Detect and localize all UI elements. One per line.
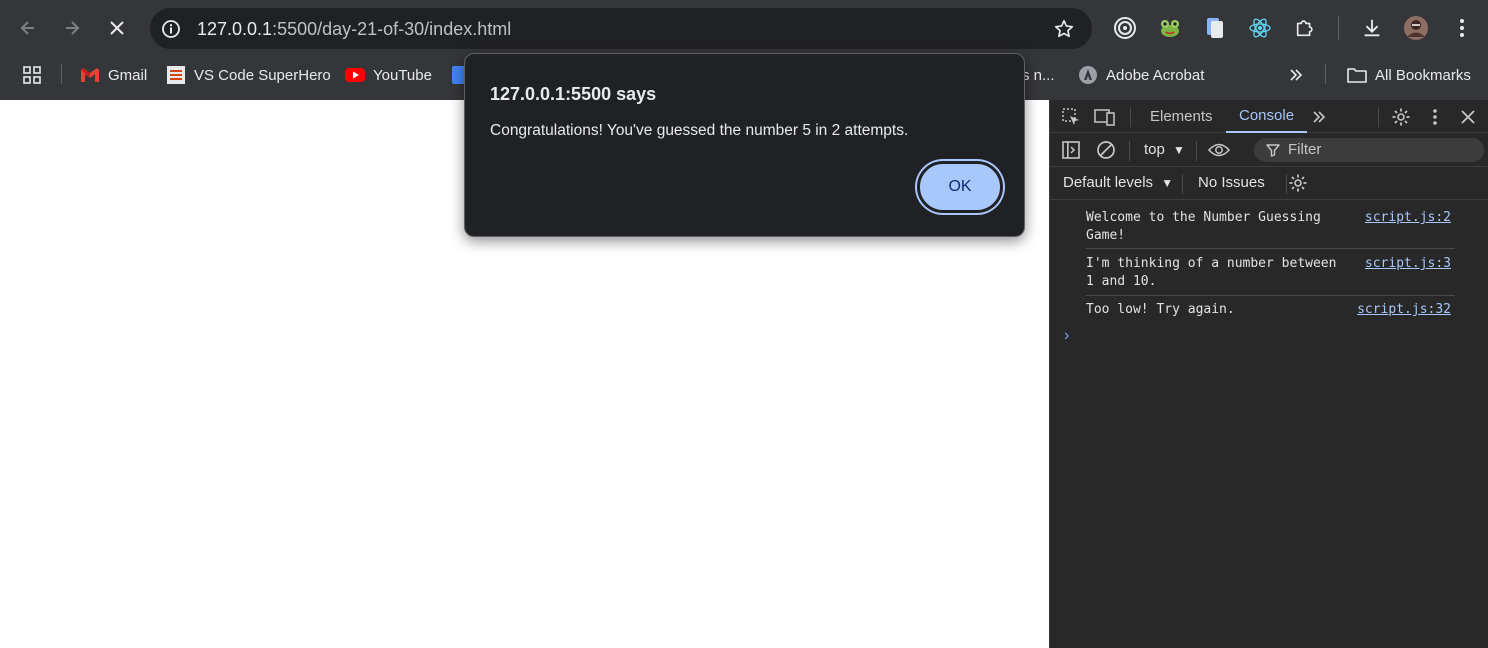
issues-button[interactable]: No Issues [1198,174,1265,191]
tab-elements[interactable]: Elements [1150,100,1213,133]
extensions-puzzle-icon[interactable] [1292,15,1318,41]
chevron-double-right-icon [1290,69,1303,81]
site-info-icon[interactable] [160,18,182,40]
bookmarks-divider [1325,64,1326,84]
youtube-icon [345,65,365,85]
bookmark-gmail[interactable]: Gmail [80,64,147,86]
arrow-right-icon [66,21,80,35]
bookmark-adobe-acrobat[interactable]: Adobe Acrobat [1078,64,1204,86]
bookmarks-overflow-button[interactable] [1288,64,1304,86]
tab-console[interactable]: Console [1226,100,1308,133]
filter-placeholder: Filter [1288,141,1322,158]
device-toolbar-icon[interactable] [1094,106,1116,128]
extension-docs-icon[interactable] [1202,15,1228,41]
vscode-superhero-icon [166,65,186,85]
console-settings-gear-icon[interactable] [1287,172,1309,194]
log-levels-dropdown[interactable]: Default levels ▼ [1063,174,1173,191]
extension-target-icon[interactable] [1112,15,1138,41]
arrow-left-icon [20,21,34,35]
devtools-panel: Elements Console top ▼ Filter Default le… [1049,100,1488,648]
alert-dialog: 127.0.0.1:5500 says Congratulations! You… [464,53,1025,237]
log-source-link[interactable]: script.js:2 [1365,209,1451,227]
console-prompt[interactable]: › [1064,327,1069,345]
devtools-divider [1378,107,1379,127]
all-bookmarks-button[interactable]: All Bookmarks [1347,64,1471,86]
bookmark-youtube[interactable]: YouTube [345,64,432,86]
settings-gear-icon[interactable] [1390,106,1412,128]
bookmark-label: Adobe Acrobat [1106,66,1205,84]
browser-menu-icon[interactable] [1449,15,1475,41]
console-toolbar: top ▼ Filter [1050,134,1488,167]
downloads-icon[interactable] [1359,15,1385,41]
gmail-icon [80,65,100,85]
log-message: I'm thinking of a number between 1 and 1… [1086,256,1345,289]
url-host: 127.0.0.1 [197,19,273,39]
inspect-element-icon[interactable] [1060,106,1082,128]
devtools-divider [1130,107,1131,127]
live-expression-eye-icon[interactable] [1208,139,1230,161]
toolbar-divider [1338,16,1339,40]
close-icon [110,21,124,35]
log-source-link[interactable]: script.js:32 [1357,301,1451,319]
dialog-title: 127.0.0.1:5500 says [490,84,657,104]
console-log-row: I'm thinking of a number between 1 and 1… [1086,255,1455,296]
address-bar[interactable]: 127.0.0.1:5500/day-21-of-30/index.html [150,8,1092,49]
console-filter-input[interactable]: Filter [1254,138,1484,162]
more-tabs-icon[interactable] [1308,106,1330,128]
log-message: Too low! Try again. [1086,302,1235,317]
adobe-acrobat-icon [1078,65,1098,85]
context-selector[interactable]: top ▼ [1144,141,1185,158]
url-path: :5500/day-21-of-30/index.html [272,19,512,39]
caret-down-icon: ▼ [1161,176,1174,190]
log-source-link[interactable]: script.js:3 [1365,255,1451,273]
back-button[interactable] [12,12,44,44]
profile-avatar[interactable] [1403,15,1429,41]
extension-react-icon[interactable] [1247,15,1273,41]
devtools-divider [1129,141,1130,161]
folder-icon [1347,65,1367,85]
bookmark-label: YouTube [373,66,432,84]
bookmarks-divider [61,64,62,84]
levels-label: Default levels [1063,174,1154,191]
stop-loading-button[interactable] [101,12,133,44]
devtools-tabbar: Elements Console [1050,100,1488,133]
bookmark-truncated[interactable]: s n... [1022,64,1055,86]
bookmark-label: VS Code SuperHero [194,66,331,84]
caret-down-icon: ▼ [1173,143,1185,157]
close-devtools-icon[interactable] [1457,106,1479,128]
forward-button[interactable] [56,12,88,44]
console-log-row: Too low! Try again. script.js:32 [1086,301,1455,321]
bookmark-label: Gmail [108,66,148,84]
devtools-divider [1182,174,1183,194]
log-message: Welcome to the Number Guessing Game! [1086,210,1329,243]
url-text[interactable]: 127.0.0.1:5500/day-21-of-30/index.html [197,19,511,40]
bookmark-label: s n... [1022,66,1055,84]
kebab-menu-icon[interactable] [1424,106,1446,128]
devtools-divider [1196,141,1197,161]
console-levels-bar: Default levels ▼ No Issues [1050,167,1488,200]
extension-frog-icon[interactable] [1157,15,1183,41]
context-label: top [1144,141,1165,158]
clear-console-icon[interactable] [1095,139,1117,161]
apps-grid-icon [23,66,41,84]
bookmark-star-icon[interactable] [1052,17,1076,41]
console-log-row: Welcome to the Number Guessing Game! scr… [1086,209,1455,249]
apps-button[interactable] [22,64,42,86]
bookmark-vscode-superhero[interactable]: VS Code SuperHero [166,64,331,86]
toggle-sidebar-icon[interactable] [1060,139,1082,161]
ok-button[interactable]: OK [917,161,1003,213]
all-bookmarks-label: All Bookmarks [1375,66,1471,84]
dialog-message: Congratulations! You've guessed the numb… [490,122,909,139]
filter-funnel-icon [1266,144,1280,157]
